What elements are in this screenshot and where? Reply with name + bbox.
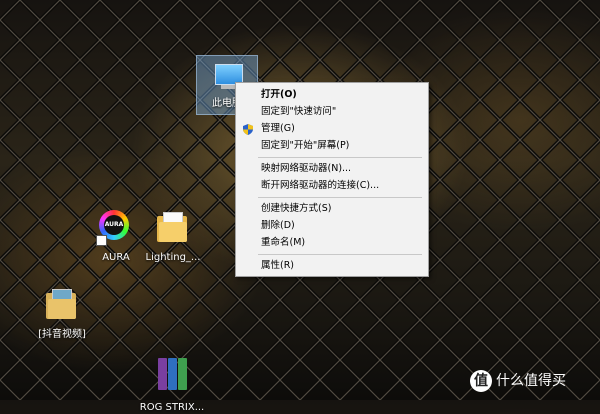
menu-item-label: 删除(D)	[261, 220, 295, 231]
menu-item-map-network-drive[interactable]: 映射网络驱动器(N)...	[236, 161, 428, 177]
menu-item-properties[interactable]: 属性(R)	[236, 258, 428, 274]
watermark-logo: 值	[470, 370, 492, 392]
douyin-video-label: [抖音视频]	[38, 329, 86, 340]
shield-icon	[243, 124, 253, 135]
menu-item-pin-quick-access[interactable]: 固定到"快速访问"	[236, 104, 428, 120]
rog-strix-label: ROG STRIX...	[139, 402, 205, 413]
shortcut-arrow-icon	[96, 235, 107, 246]
menu-item-label: 重命名(M)	[261, 237, 306, 248]
rog-strix-desktop-icon[interactable]: ROG STRIX...	[132, 358, 212, 414]
aura-icon: AURA	[96, 208, 136, 248]
watermark-text: 什么值得买	[496, 373, 566, 389]
menu-separator	[258, 197, 422, 198]
menu-item-delete[interactable]: 删除(D)	[236, 218, 428, 234]
menu-item-disconnect-network-drive[interactable]: 断开网络驱动器的连接(C)...	[236, 178, 428, 194]
menu-item-label: 固定到"快速访问"	[261, 106, 337, 117]
menu-item-pin-start[interactable]: 固定到"开始"屏幕(P)	[236, 138, 428, 154]
menu-item-create-shortcut[interactable]: 创建快捷方式(S)	[236, 201, 428, 217]
lighting-folder-label: Lighting_...	[145, 252, 201, 263]
winrar-archive-icon	[152, 358, 192, 398]
menu-separator	[258, 157, 422, 158]
context-menu: 打开(O) 固定到"快速访问" 管理(G) 固定到"开始"屏幕(P) 映射网络驱…	[235, 82, 429, 277]
watermark: 值什么值得买	[470, 368, 566, 394]
menu-item-label: 创建快捷方式(S)	[261, 203, 332, 214]
menu-item-label: 映射网络驱动器(N)...	[261, 163, 352, 174]
menu-separator	[258, 254, 422, 255]
menu-item-rename[interactable]: 重命名(M)	[236, 235, 428, 251]
douyin-video-desktop-icon[interactable]: [抖音视频]	[22, 285, 102, 341]
menu-item-manage[interactable]: 管理(G)	[236, 121, 428, 137]
lighting-folder-desktop-icon[interactable]: Lighting_...	[133, 208, 213, 264]
menu-item-label: 断开网络驱动器的连接(C)...	[261, 180, 380, 191]
menu-item-label: 管理(G)	[261, 123, 295, 134]
menu-item-label: 固定到"开始"屏幕(P)	[261, 140, 350, 151]
aura-logo-text: AURA	[104, 215, 124, 235]
menu-item-open[interactable]: 打开(O)	[236, 87, 428, 103]
menu-item-label: 属性(R)	[261, 260, 295, 271]
video-file-icon	[42, 285, 82, 325]
folder-icon	[153, 208, 193, 248]
menu-item-label: 打开(O)	[261, 89, 297, 100]
